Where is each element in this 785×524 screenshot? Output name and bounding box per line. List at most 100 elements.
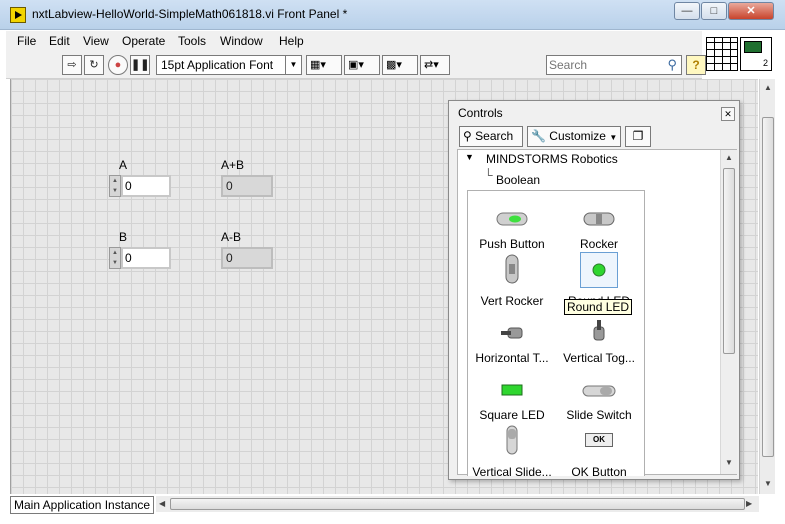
control-b-value[interactable]: 0 xyxy=(121,247,171,269)
palette-scroll-thumb[interactable] xyxy=(723,168,735,354)
font-select[interactable]: 15pt Application Font ▼ xyxy=(156,55,302,75)
chevron-down-icon: ▼ xyxy=(285,56,301,74)
palette-item-vert-rocker[interactable]: Vert Rocker xyxy=(469,254,555,313)
menu-file[interactable]: File xyxy=(17,34,36,48)
palette-item-label: Slide Switch xyxy=(566,408,632,422)
labview-vi-icon xyxy=(10,7,26,23)
numeric-control-b[interactable]: ▲ ▼ 0 xyxy=(109,247,173,269)
indicator-diff-label: A-B xyxy=(221,230,242,244)
palette-window-icon[interactable]: ❐ xyxy=(625,126,651,147)
palette-item-label: Vertical Slide... xyxy=(472,465,552,476)
tooltip: Round LED xyxy=(564,299,633,315)
wrench-icon: 🔧 xyxy=(531,129,546,143)
menu-tools[interactable]: Tools xyxy=(178,34,206,48)
menu-bar: File Edit View Operate Tools Window Help xyxy=(6,31,702,51)
controls-palette: Controls ✕ ⚲ Search 🔧 Customize ▼ ❐ ▼ MI… xyxy=(448,100,740,480)
push-button-icon xyxy=(496,212,528,226)
menu-operate[interactable]: Operate xyxy=(122,34,165,48)
horizontal-toggle-icon xyxy=(501,327,523,339)
vertical-toggle-icon xyxy=(593,320,605,341)
expand-triangle-icon[interactable]: ▼ xyxy=(465,152,474,162)
search-input[interactable] xyxy=(549,57,653,73)
toolbar-search[interactable]: ⚲ xyxy=(546,55,682,75)
palette-item-label: Rocker xyxy=(579,237,618,251)
vi-icon-number: 2 xyxy=(762,58,768,68)
indicator-diff-value: 0 xyxy=(221,247,273,269)
pause-icon[interactable]: ❚❚ xyxy=(130,55,150,75)
palette-toolbar: ⚲ Search 🔧 Customize ▼ ❐ xyxy=(457,125,737,149)
vi-icon[interactable]: 2 xyxy=(740,37,772,71)
scroll-down-icon[interactable]: ▼ xyxy=(764,479,772,488)
palette-item-push-button[interactable]: Push Button xyxy=(469,199,555,256)
waveform-icon xyxy=(744,41,762,53)
palette-item-slide-switch[interactable]: Slide Switch xyxy=(556,370,642,427)
scroll-up-icon[interactable]: ▲ xyxy=(764,83,772,92)
subcategory-boolean[interactable]: Boolean xyxy=(496,173,540,187)
run-continuously-icon[interactable]: ↻ xyxy=(84,55,104,75)
palette-item-label: OK Button xyxy=(571,465,627,476)
palette-customize-label: Customize xyxy=(549,129,606,143)
palette-item-square-led[interactable]: Square LED xyxy=(469,370,555,427)
menu-help[interactable]: Help xyxy=(279,34,304,48)
menu-window[interactable]: Window xyxy=(220,34,263,48)
numeric-control-a[interactable]: ▲ ▼ 0 xyxy=(109,175,173,197)
horizontal-scrollbar[interactable]: ◀ ▶ xyxy=(156,496,759,512)
increment-arrows-icon[interactable]: ▲ ▼ xyxy=(109,247,121,269)
horizontal-scroll-thumb[interactable] xyxy=(170,498,745,510)
palette-close-icon[interactable]: ✕ xyxy=(721,107,735,121)
palette-customize-button[interactable]: 🔧 Customize ▼ xyxy=(527,126,621,147)
application-instance: Main Application Instance xyxy=(10,496,154,514)
increment-arrows-icon[interactable]: ▲ ▼ xyxy=(109,175,121,197)
square-led-icon xyxy=(501,384,523,396)
minimize-button[interactable]: — xyxy=(674,2,700,20)
palette-title: Controls xyxy=(458,106,503,120)
align-icon[interactable]: ▦▾ xyxy=(306,55,342,75)
palette-item-horizontal-toggle[interactable]: Horizontal T... xyxy=(469,313,555,370)
palette-grid: Push Button Rocker Vert Rocker Round LED xyxy=(467,190,645,476)
vert-rocker-icon xyxy=(505,254,519,284)
search-icon[interactable]: ⚲ xyxy=(667,57,677,73)
palette-item-vertical-slide[interactable]: Vertical Slide... xyxy=(469,425,555,476)
round-led-icon xyxy=(592,263,606,277)
run-arrow-icon[interactable]: ⇨ xyxy=(62,55,82,75)
scroll-up-icon[interactable]: ▲ xyxy=(725,153,733,162)
close-button[interactable]: ✕ xyxy=(728,2,774,20)
chevron-down-icon: ▼ xyxy=(609,133,618,142)
scroll-left-icon[interactable]: ◀ xyxy=(159,499,165,508)
ok-button-icon: OK xyxy=(585,433,613,447)
reorder-icon[interactable]: ⇄▾ xyxy=(420,55,450,75)
palette-item-rocker[interactable]: Rocker xyxy=(556,199,642,256)
palette-item-label: Horizontal T... xyxy=(475,351,549,365)
palette-item-label: Vertical Tog... xyxy=(563,351,635,365)
menu-edit[interactable]: Edit xyxy=(49,34,70,48)
palette-item-ok-button[interactable]: OK OK Button xyxy=(556,427,642,476)
scroll-down-icon[interactable]: ▼ xyxy=(725,458,733,467)
palette-item-vertical-toggle[interactable]: Vertical Tog... xyxy=(556,313,642,370)
toolbar: ⇨ ↻ ● ❚❚ 15pt Application Font ▼ ▦▾ ▣▾ ▩… xyxy=(6,51,706,79)
vertical-scrollbar[interactable]: ▲ ▼ xyxy=(759,79,775,494)
category-mindstorms[interactable]: MINDSTORMS Robotics xyxy=(486,152,618,166)
distribute-icon[interactable]: ▣▾ xyxy=(344,55,380,75)
vertical-scroll-thumb[interactable] xyxy=(762,117,774,457)
palette-item-label: Square LED xyxy=(479,408,545,422)
resize-icon[interactable]: ▩▾ xyxy=(382,55,418,75)
palette-item-label: Vert Rocker xyxy=(480,294,544,308)
font-select-value: 15pt Application Font xyxy=(161,58,274,72)
palette-search-button[interactable]: ⚲ Search xyxy=(459,126,523,147)
control-b-label: B xyxy=(119,230,128,244)
palette-scrollbar[interactable]: ▲ ▼ xyxy=(720,150,737,474)
maximize-button[interactable]: □ xyxy=(701,2,727,20)
title-bar: nxtLabview-HelloWorld-SimpleMath061818.v… xyxy=(0,0,785,30)
scroll-right-icon[interactable]: ▶ xyxy=(746,499,752,508)
slide-switch-icon xyxy=(582,385,616,397)
help-icon[interactable]: ? xyxy=(686,55,706,75)
rocker-icon xyxy=(583,212,615,226)
menu-view[interactable]: View xyxy=(83,34,109,48)
connector-pane-icon[interactable] xyxy=(706,37,738,71)
palette-item-label: Push Button xyxy=(479,237,545,251)
control-a-value[interactable]: 0 xyxy=(121,175,171,197)
indicator-sum-value: 0 xyxy=(221,175,273,197)
abort-icon[interactable]: ● xyxy=(108,55,128,75)
window-title: nxtLabview-HelloWorld-SimpleMath061818.v… xyxy=(32,7,348,21)
palette-search-label: Search xyxy=(475,129,514,143)
